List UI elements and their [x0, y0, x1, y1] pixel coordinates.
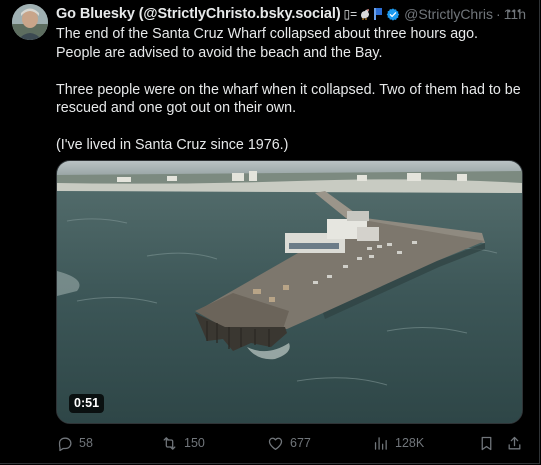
post-text: The end of the Santa Cruz Wharf collapse…	[56, 25, 526, 173]
name-suffix: ▯=	[343, 7, 358, 21]
name-emoji-group: ▯=	[344, 7, 384, 21]
more-icon[interactable]	[505, 2, 523, 20]
video-duration: 0:51	[69, 394, 105, 413]
views-icon	[374, 436, 387, 450]
views-count: 128K	[395, 436, 425, 450]
views-button[interactable]: 128K	[372, 432, 424, 454]
post-header: Go Bluesky (@StrictlyChristo.bsky.social…	[56, 5, 526, 23]
share-button[interactable]	[506, 432, 523, 454]
avatar[interactable]	[12, 4, 48, 40]
repost-count: 150	[184, 436, 205, 450]
like-button[interactable]: 677	[267, 432, 311, 454]
author-name[interactable]: Go Bluesky (@StrictlyChristo.bsky.social…	[56, 6, 341, 22]
action-bar: 58 150 677 128K	[56, 432, 526, 454]
repost-button[interactable]: 150	[161, 432, 205, 454]
reply-count: 58	[79, 436, 93, 450]
video-player[interactable]: 0:51	[56, 160, 523, 424]
flag-emoji-icon	[374, 8, 383, 20]
like-count: 677	[290, 436, 311, 450]
share-icon	[508, 436, 521, 449]
bookmark-icon	[481, 436, 492, 450]
heart-icon	[268, 437, 283, 450]
post-paragraph: The end of the Santa Cruz Wharf collapse…	[56, 26, 479, 61]
video-thumbnail	[57, 161, 522, 423]
reply-button[interactable]: 58	[56, 432, 93, 454]
post-paragraph: (I've lived in Santa Cruz since 1976.)	[56, 137, 289, 153]
author-handle[interactable]: @StrictlyChris	[404, 6, 493, 22]
post-container[interactable]: Go Bluesky (@StrictlyChristo.bsky.social…	[0, 0, 540, 464]
bookmark-button[interactable]	[478, 432, 495, 454]
rooster-emoji-icon	[361, 9, 370, 20]
repost-icon	[163, 436, 176, 450]
post-paragraph: Three people were on the wharf when it c…	[56, 81, 521, 117]
verified-badge-icon	[386, 7, 400, 21]
header-separator: ·	[496, 6, 501, 22]
reply-icon	[58, 437, 72, 451]
